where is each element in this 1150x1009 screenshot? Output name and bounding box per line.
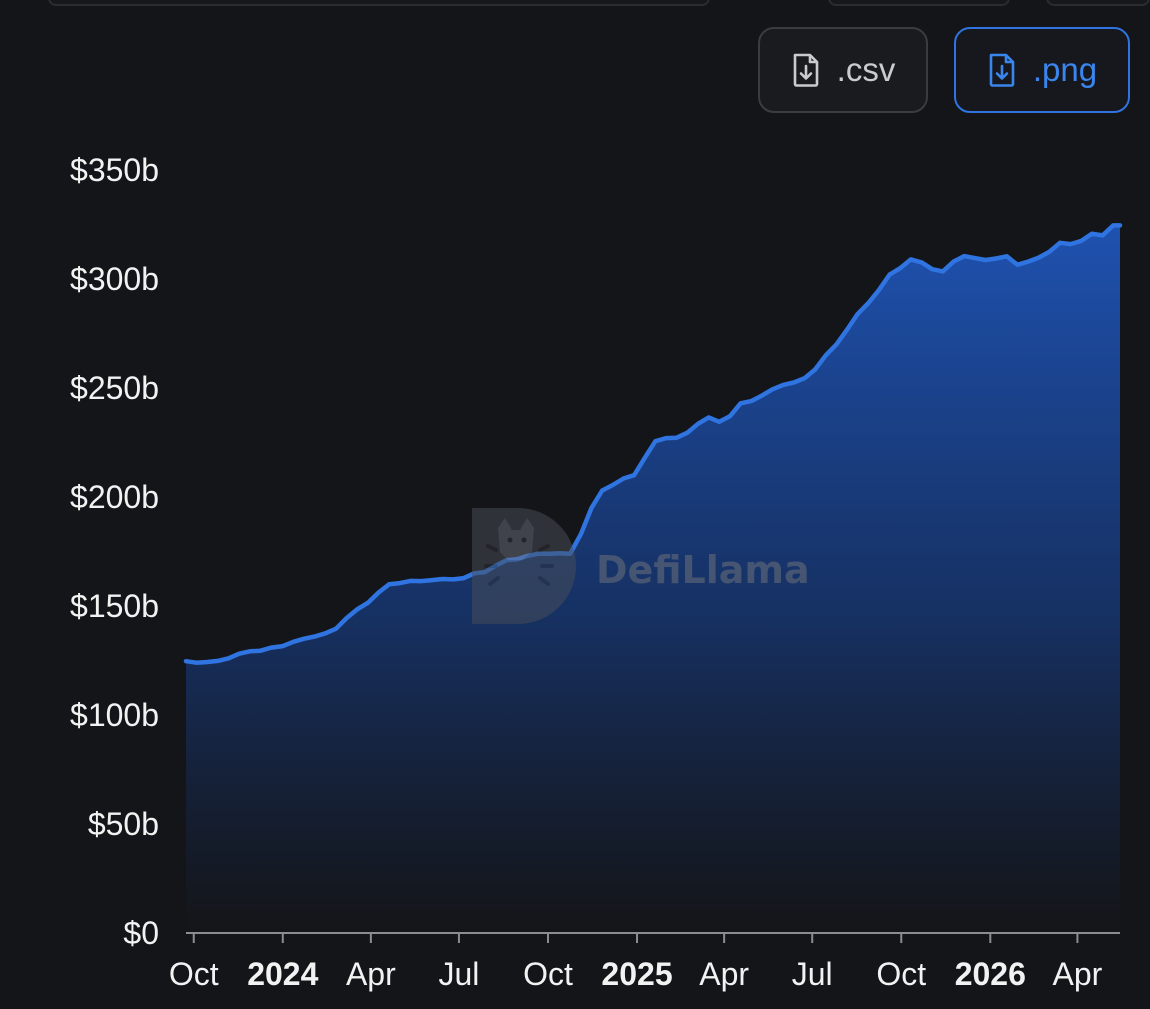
x-tick-label: 2024 <box>247 956 318 992</box>
watermark-text: DefiLlama <box>596 548 810 592</box>
x-tick-label: 2026 <box>955 956 1026 992</box>
x-tick-label: Apr <box>346 956 396 992</box>
y-tick-label: $250b <box>70 370 159 406</box>
y-tick-label: $150b <box>70 588 159 624</box>
y-tick-label: $0 <box>123 915 159 951</box>
x-axis: Oct 2024 Apr Jul Oct 2025 Apr Jul Oct 2026 Apr <box>169 932 1120 992</box>
y-axis: $0 $50b $100b $150b $200b $250b $300b $350b <box>70 152 159 951</box>
x-tick-label: Jul <box>438 956 479 992</box>
y-tick-label: $100b <box>70 697 159 733</box>
x-tick-label: Jul <box>792 956 833 992</box>
y-tick-label: $300b <box>70 261 159 297</box>
y-tick-label: $350b <box>70 152 159 188</box>
y-tick-label: $50b <box>88 806 159 842</box>
tvl-area-chart: $0 $50b $100b $150b $200b $250b $300b $350b Def… <box>70 152 1123 992</box>
y-tick-label: $200b <box>70 479 159 515</box>
x-tick-label: 2025 <box>601 956 672 992</box>
x-tick-label: Oct <box>523 956 573 992</box>
x-tick-label: Apr <box>699 956 749 992</box>
x-tick-label: Apr <box>1053 956 1103 992</box>
x-tick-label: Oct <box>876 956 926 992</box>
x-tick-label: Oct <box>169 956 219 992</box>
